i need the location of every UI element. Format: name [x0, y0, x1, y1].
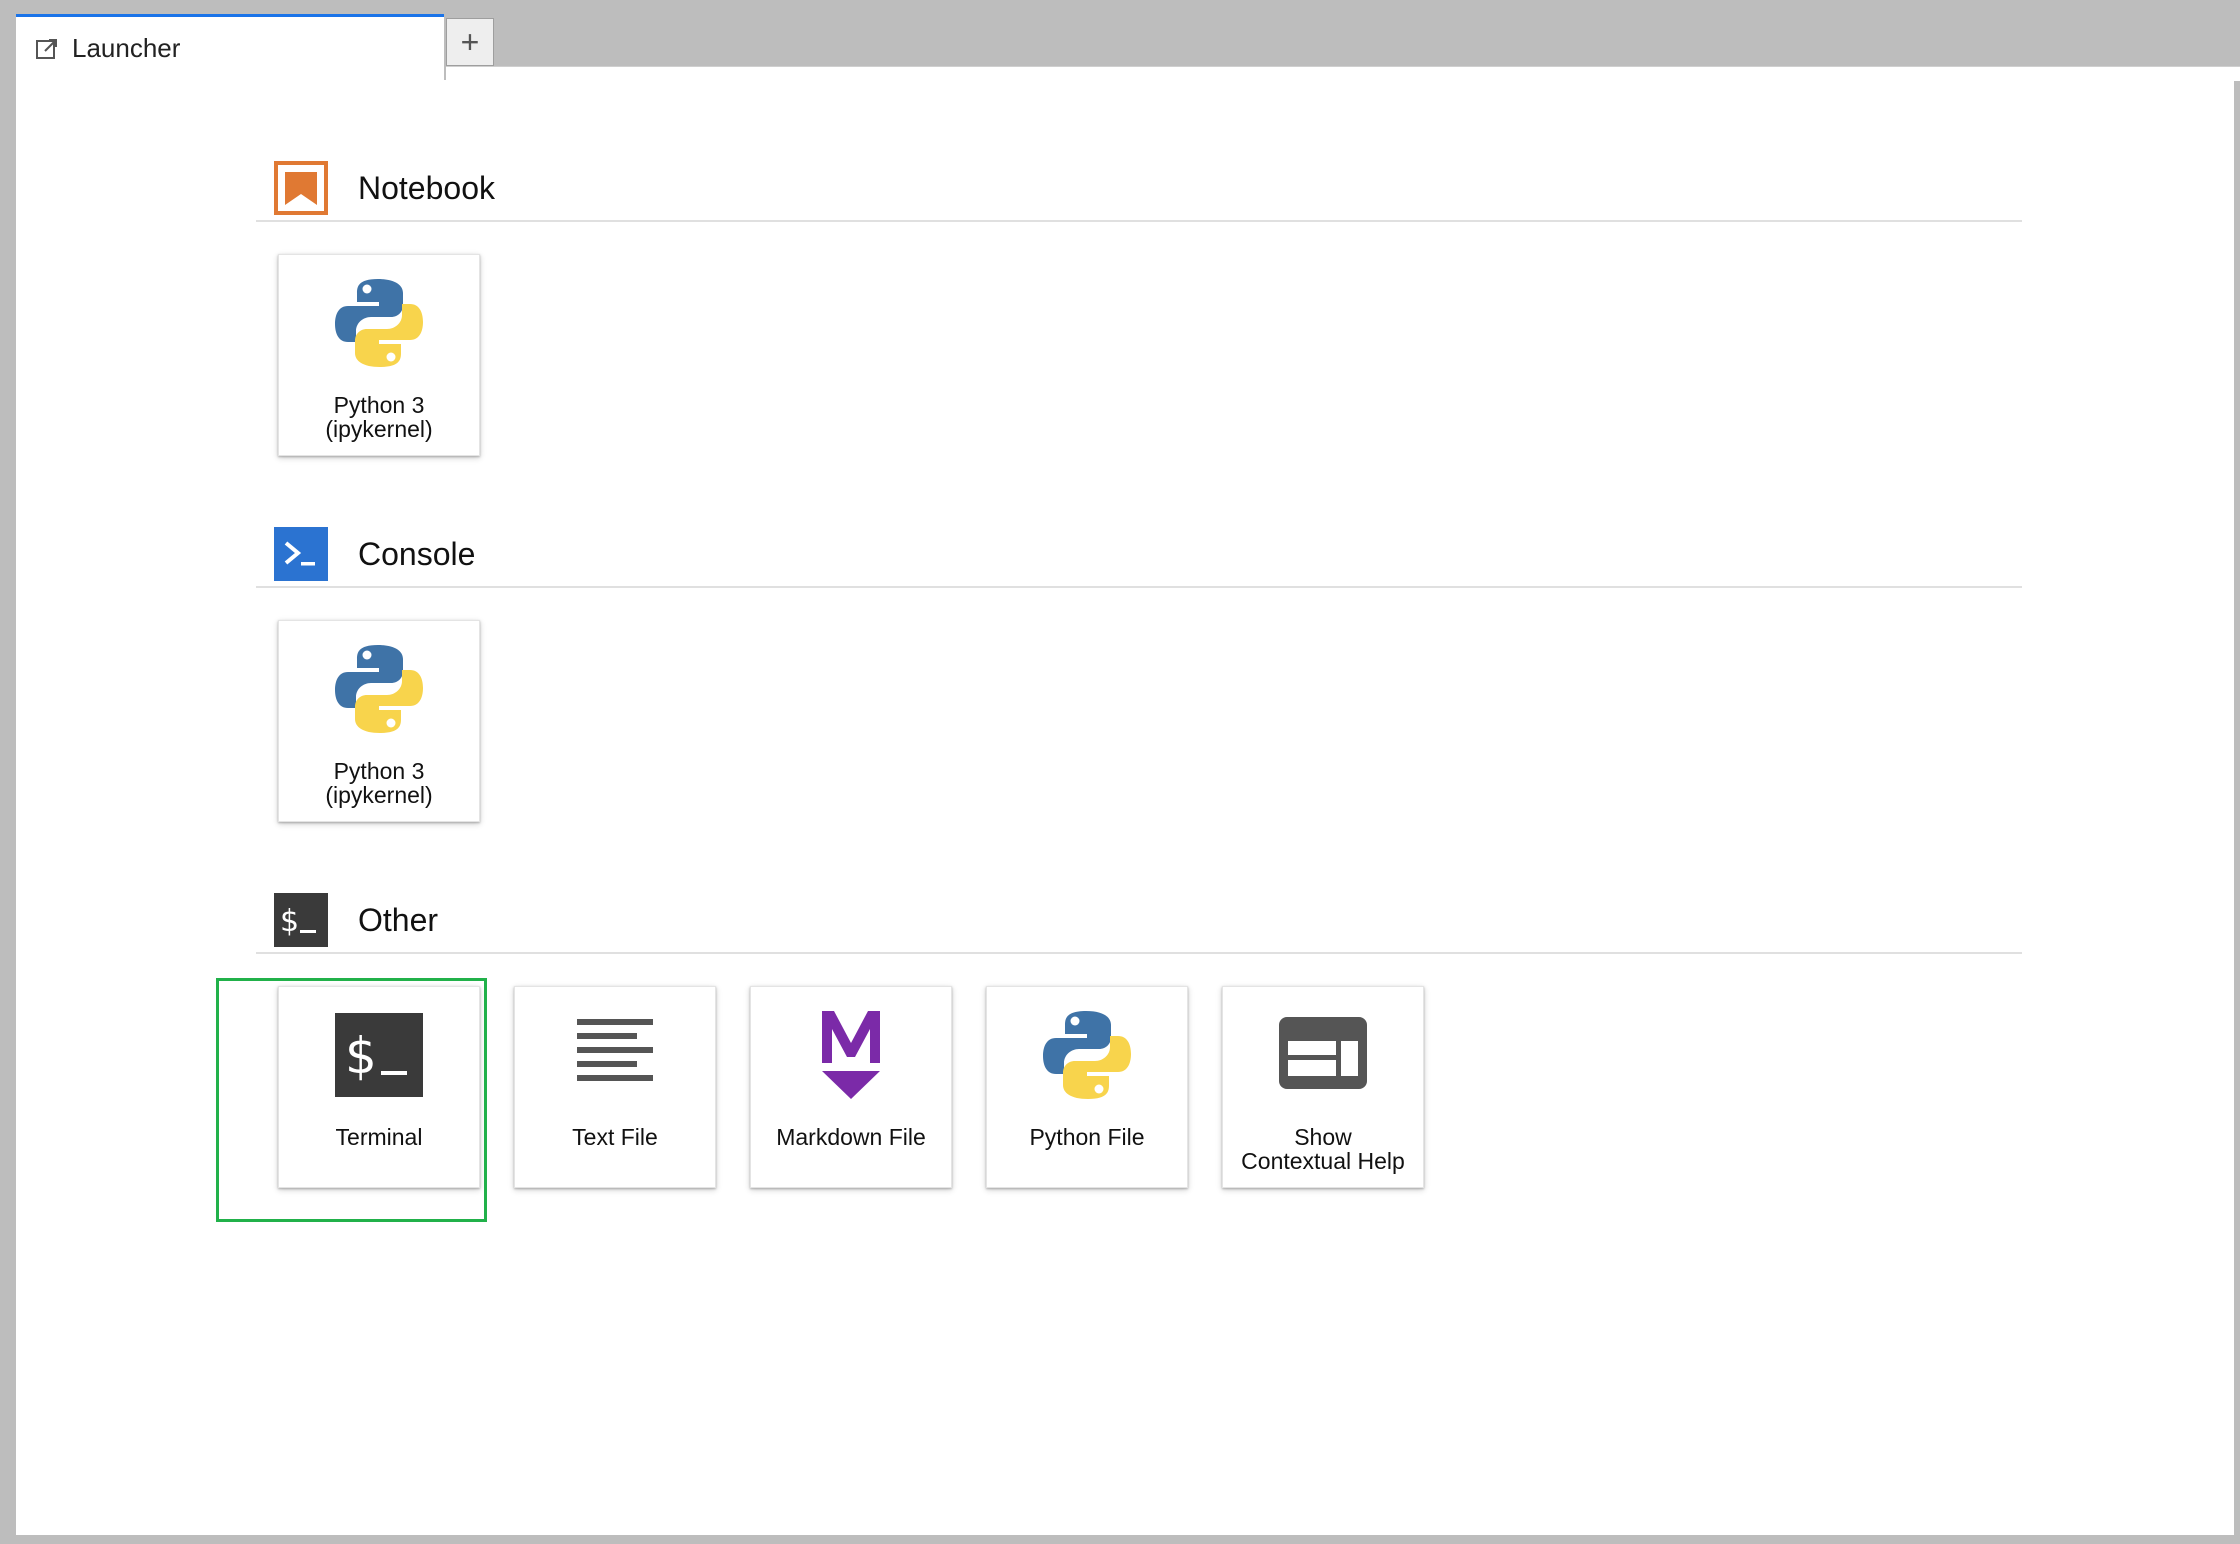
card-label-line1: Python 3: [333, 392, 425, 418]
card-label-line1: Show: [1294, 1124, 1352, 1150]
console-icon: [274, 527, 328, 581]
svg-text:$: $: [280, 904, 299, 939]
launcher-tab-icon: [34, 36, 60, 62]
notebook-icon: [274, 161, 328, 215]
card-label-line1: Python 3: [333, 758, 425, 784]
section-header-console: Console: [256, 522, 2022, 588]
card-label: Show Contextual Help: [1235, 1125, 1411, 1173]
contextual-help-icon: [1273, 1005, 1373, 1105]
card-row-other: $ Terminal Text File Markdown File Pytho…: [278, 986, 2022, 1188]
section-title-console: Console: [358, 535, 476, 572]
selection-highlight: [216, 978, 487, 1222]
section-console: Console Python 3 (ipykernel): [256, 522, 2022, 822]
card-label: Python 3 (ipykernel): [319, 759, 438, 807]
python-logo-icon: [1037, 1005, 1137, 1105]
section-header-other: $ Other: [256, 888, 2022, 954]
section-other: $ Other $ Terminal Text File Markdown Fi…: [256, 888, 2022, 1188]
card-row-console: Python 3 (ipykernel): [278, 620, 2022, 822]
card-row-notebook: Python 3 (ipykernel): [278, 254, 2022, 456]
card-label-markdown-file: Markdown File: [776, 1124, 926, 1150]
python-logo-icon: [329, 273, 429, 373]
card-label-line2: (ipykernel): [325, 416, 433, 442]
add-tab-button[interactable]: +: [446, 18, 494, 66]
card-notebook-python3[interactable]: Python 3 (ipykernel): [278, 254, 480, 456]
markdown-icon: [801, 1005, 901, 1105]
card-text-file[interactable]: Text File: [514, 986, 716, 1188]
card-label-python-file: Python File: [1029, 1124, 1145, 1150]
tab-launcher[interactable]: Launcher: [16, 14, 444, 80]
section-title-notebook: Notebook: [358, 169, 495, 206]
card-label-line2: (ipykernel): [325, 782, 433, 808]
section-title-other: Other: [358, 901, 439, 938]
app-window: Launcher + Notebook Python 3 (ipykernel)…: [0, 0, 2240, 1544]
card-label-text-file: Text File: [572, 1124, 658, 1150]
terminal-icon: $: [274, 893, 328, 947]
card-label-line2: Contextual Help: [1241, 1148, 1405, 1174]
card-label: Python 3 (ipykernel): [319, 393, 438, 441]
launcher-panel: Notebook Python 3 (ipykernel) Console Py…: [16, 80, 2234, 1535]
card-console-python3[interactable]: Python 3 (ipykernel): [278, 620, 480, 822]
card-python-file[interactable]: Python File: [986, 986, 1188, 1188]
section-header-notebook: Notebook: [256, 156, 2022, 222]
tab-bar-divider: [446, 66, 2240, 81]
tab-bar: Launcher +: [16, 14, 2240, 81]
tab-launcher-label: Launcher: [72, 33, 181, 63]
text-file-icon: [565, 1005, 665, 1105]
card-contextual-help[interactable]: Show Contextual Help: [1222, 986, 1424, 1188]
python-logo-icon: [329, 639, 429, 739]
card-markdown-file[interactable]: Markdown File: [750, 986, 952, 1188]
section-notebook: Notebook Python 3 (ipykernel): [256, 156, 2022, 456]
